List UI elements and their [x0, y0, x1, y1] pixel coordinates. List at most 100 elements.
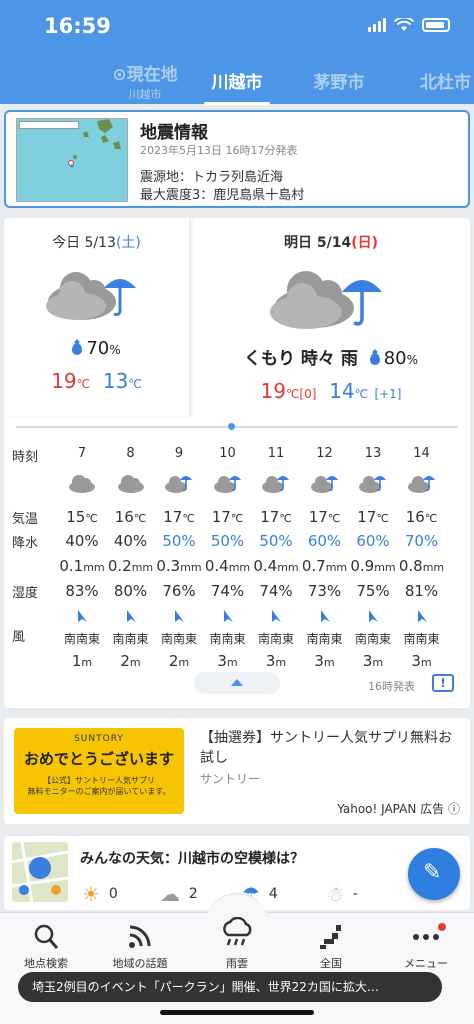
search-icon: [6, 923, 86, 953]
status-icons: [368, 18, 450, 32]
cloud-umbrella-icon: [301, 472, 349, 498]
news-ticker[interactable]: 埼玉2例目のイベント「パークラン」開催、世界22カ国に拡大…: [18, 972, 442, 1002]
app-header: 16:59 ⊙現在地 川越市 川越市 茅野市 北杜市: [0, 0, 474, 105]
hour-label: 7: [77, 446, 87, 461]
hour-precip: 0.9mm: [350, 557, 396, 575]
tab-sublabel: 川越市: [128, 88, 162, 101]
wind-direction: 南南東: [403, 632, 440, 646]
hour-humidity: 80%: [113, 582, 148, 600]
today-weekday: (土): [115, 235, 141, 251]
tab-label: 川越市: [211, 73, 263, 93]
wind-direction: 南南東: [160, 632, 197, 646]
hour-humidity: 74%: [259, 582, 293, 600]
row-label-humidity: 湿度: [12, 586, 39, 601]
wind-arrow-icon: [398, 608, 446, 628]
community-title: みんなの天気：川越市の空模様は？: [80, 851, 304, 867]
hour-temp: 16℃: [405, 508, 438, 526]
today-low: 13: [102, 369, 129, 393]
earthquake-card[interactable]: 地震情報 2023年5月13日 16時17分発表 震源地：トカラ列島近海 最大震…: [4, 110, 470, 208]
tomorrow-date: 明日 5/14(日): [283, 235, 378, 251]
battery-icon: [422, 18, 450, 32]
earthquake-date: 2023年5月13日 16時17分発表: [140, 144, 298, 157]
ad-source: サントリー: [200, 772, 261, 786]
hour-label: 13: [364, 446, 382, 461]
hour-precip: 0.8mm: [398, 557, 445, 575]
wind-arrow-icon: [58, 608, 106, 628]
ad-line2: 無料モニターのご案内が届いています。: [27, 787, 171, 796]
today-date: 今日 5/13(土): [52, 235, 141, 251]
status-time: 16:59: [44, 14, 111, 38]
tab-label: 現在地: [126, 65, 178, 85]
hour-pop: 70%: [404, 532, 439, 550]
collapse-button[interactable]: [194, 672, 280, 694]
nav-menu[interactable]: メニュー: [386, 923, 466, 971]
cloud-icon: [58, 472, 106, 498]
wind-speed: 3m: [217, 652, 238, 670]
tab-kawagoe[interactable]: 川越市: [204, 68, 270, 105]
hour-pop: 60%: [307, 532, 342, 550]
tomorrow-weather: くもり 時々 雨 80%: [244, 348, 418, 369]
ad-image: SUNTORY おめでとうございます 【公式】サントリー人気サプリ 無料モニターの…: [14, 728, 184, 814]
cloud-umbrella-icon: [45, 272, 136, 320]
hour-temp: 17℃: [308, 508, 341, 526]
wind-arrow-icon: [349, 608, 397, 628]
raindrop-icon: [369, 353, 380, 365]
wifi-icon: [394, 18, 414, 31]
earthquake-intensity: 最大震度3：鹿児島県十島村: [140, 188, 305, 203]
hour-label: 8: [126, 446, 135, 461]
nav-nationwide[interactable]: 全国: [291, 923, 371, 971]
hour-temp: 17℃: [357, 508, 389, 526]
wind-direction: 南南東: [257, 632, 294, 646]
tomorrow-panel[interactable]: 明日 5/14(日) くもり 時々 雨 80% 19℃[0] 14℃ [+1]: [192, 218, 470, 416]
nav-rain-radar[interactable]: 雨雲: [197, 916, 277, 971]
hour-pop: 60%: [356, 532, 390, 550]
row-label-time: 時刻: [12, 450, 39, 465]
hour-pop: 40%: [65, 532, 99, 550]
cloud-umbrella-icon: [155, 472, 203, 498]
row-label-temp: 気温: [12, 512, 39, 527]
wind-direction: 南南東: [354, 632, 391, 646]
forecast-card: 今日 5/13(土) 70% 19℃ 13℃ 明日 5/14(日) くもり 時々…: [4, 218, 470, 708]
post-weather-button[interactable]: [408, 848, 460, 900]
hour-temp: 17℃: [211, 508, 244, 526]
wind-speed: 3m: [265, 652, 287, 670]
wind-direction: 南南東: [306, 632, 343, 646]
hour-precip: 0.7mm: [301, 557, 348, 575]
hour-label: 11: [267, 446, 285, 461]
hour-temp: 16℃: [114, 508, 147, 526]
today-pop: 70%: [4, 338, 189, 359]
hour-label: 14: [413, 446, 430, 461]
tab-current-location[interactable]: ⊙現在地 川越市: [90, 60, 200, 102]
community-map-thumbnail: [12, 842, 68, 902]
hour-label: 12: [316, 446, 333, 461]
nav-location-search[interactable]: 地点検索: [6, 923, 86, 971]
hour-humidity: 83%: [65, 582, 99, 600]
hour-humidity: 74%: [210, 582, 245, 600]
hour-humidity: 81%: [404, 582, 439, 600]
tab-hokuto[interactable]: 北杜市: [420, 68, 474, 93]
cellular-signal-icon: [368, 18, 386, 32]
cloudy-count: ☁ 2: [160, 882, 198, 906]
today-panel[interactable]: 今日 5/13(土) 70% 19℃ 13℃: [4, 218, 190, 416]
hour-pop: 50%: [259, 532, 293, 550]
today-temps: 19℃ 13℃: [51, 369, 142, 393]
ad-tag: Yahoo! JAPAN 広告 ⓘ: [337, 802, 460, 816]
wind-direction: 南南東: [63, 632, 100, 646]
tab-label: 茅野市: [313, 73, 365, 93]
ad-card[interactable]: SUNTORY おめでとうございます 【公式】サントリー人気サプリ 無料モニターの…: [4, 718, 470, 824]
ad-brand: SUNTORY: [74, 734, 124, 744]
hour-pop: 50%: [162, 532, 196, 550]
tab-chino[interactable]: 茅野市: [306, 68, 372, 93]
alert-icon[interactable]: !: [432, 674, 454, 692]
hour-temp: 15℃: [66, 508, 98, 526]
row-label-wind: 風: [12, 630, 26, 645]
hour-label: 9: [174, 446, 184, 461]
nav-local-topics[interactable]: 地域の話題: [100, 923, 180, 971]
row-label-precip: 降水: [12, 536, 39, 551]
cloud-umbrella-icon: [204, 472, 252, 498]
info-icon[interactable]: ⓘ: [448, 802, 460, 816]
hour-humidity: 76%: [162, 582, 196, 600]
tomorrow-pop: 80%: [369, 348, 418, 369]
wind-speed: 2m: [120, 652, 141, 670]
rss-icon: [100, 923, 180, 953]
